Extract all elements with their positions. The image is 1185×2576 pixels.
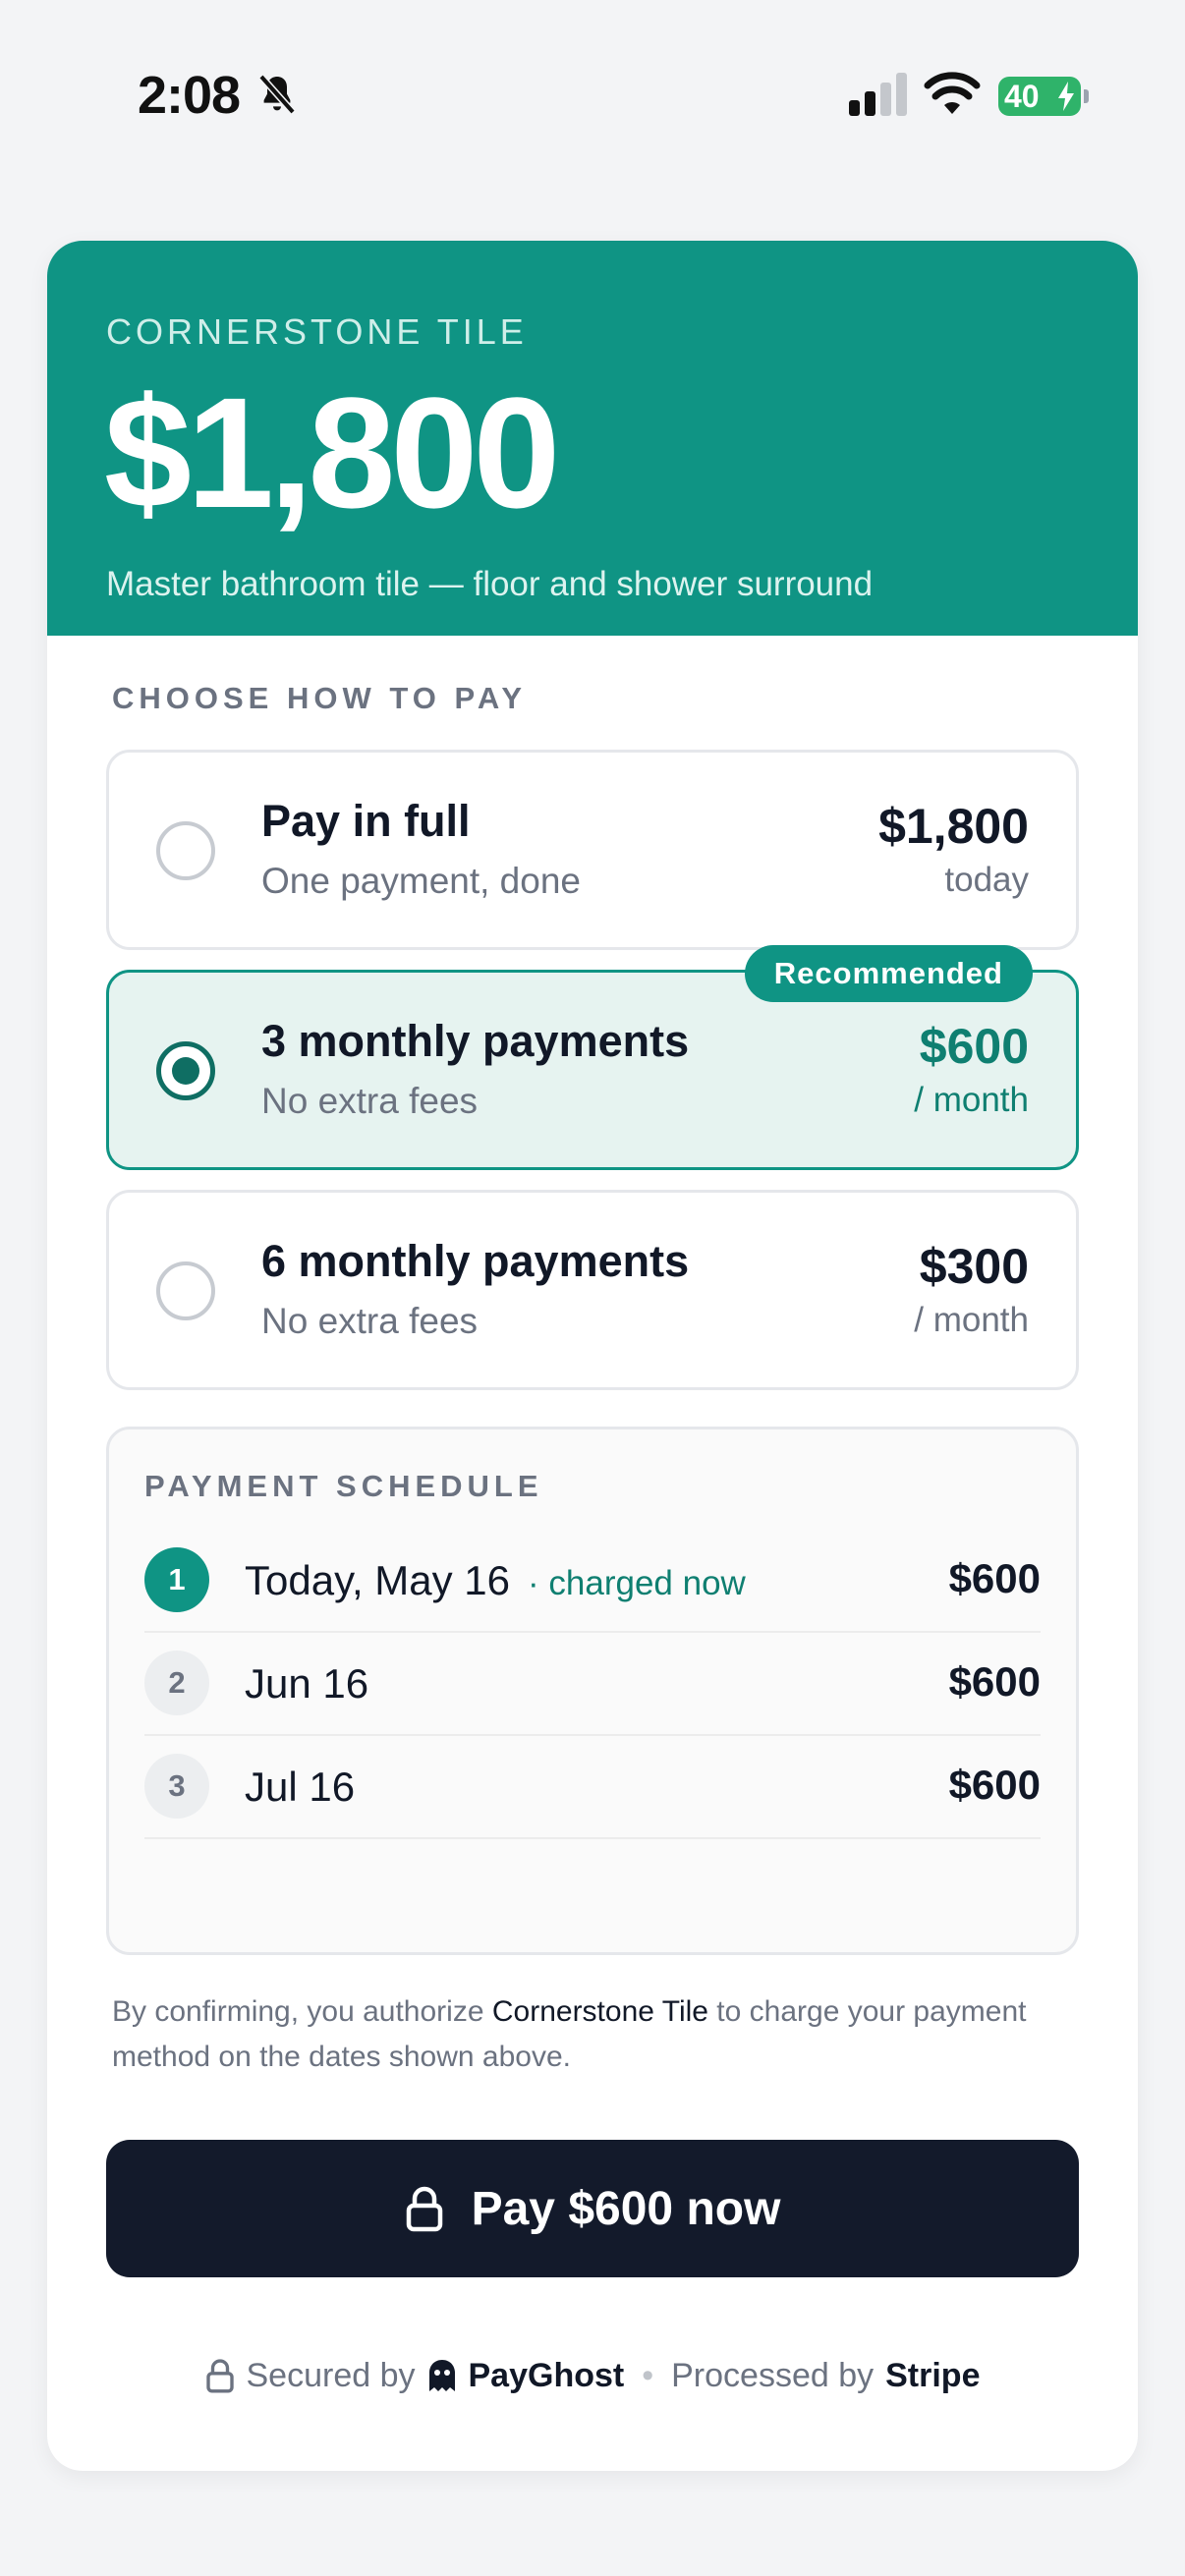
- option-price: $600: [919, 1019, 1029, 1074]
- checkout-card: CORNERSTONE TILE $1,800 Master bathroom …: [47, 241, 1138, 2471]
- payment-schedule: PAYMENT SCHEDULE 1 Today, May 16 · charge…: [106, 1427, 1079, 1955]
- option-subtitle: No extra fees: [261, 1301, 479, 1341]
- option-3-monthly[interactable]: Recommended 3 monthly payments No extra …: [106, 945, 1079, 1170]
- payment-schedule-label: PAYMENT SCHEDULE: [144, 1469, 543, 1503]
- bolt-icon: [1058, 82, 1074, 111]
- battery-level: 40: [1004, 78, 1040, 114]
- charged-now-note: · charged now: [528, 1564, 746, 1602]
- choose-how-to-pay-label: CHOOSE HOW TO PAY: [112, 681, 528, 715]
- invoice-description: Master bathroom tile — floor and shower …: [106, 565, 874, 603]
- wifi-icon: [924, 72, 981, 114]
- step-number: 1: [144, 1547, 209, 1612]
- schedule-row: 2 Jun 16 $600: [144, 1633, 1041, 1736]
- legal-prefix: By confirming, you authorize: [112, 1995, 492, 2028]
- status-time: 2:08: [138, 66, 241, 125]
- step-number: 2: [144, 1651, 209, 1715]
- ghost-icon: [428, 2360, 455, 2391]
- invoice-header: CORNERSTONE TILE $1,800 Master bathroom …: [47, 241, 1138, 636]
- signal-icon: [849, 73, 907, 116]
- payghost-brand: PayGhost: [468, 2356, 625, 2394]
- schedule-row: 3 Jul 16 $600: [144, 1736, 1041, 1839]
- option-title: 3 monthly payments: [261, 1016, 690, 1066]
- step-number: 3: [144, 1754, 209, 1819]
- option-unit: / month: [914, 1081, 1029, 1119]
- security-footer: Secured by PayGhost • Processed by Strip…: [47, 2351, 1138, 2400]
- schedule-date: Jul 16: [245, 1764, 356, 1810]
- schedule-amount: $600: [948, 1658, 1041, 1705]
- schedule-date: Today, May 16 · charged now: [245, 1557, 746, 1604]
- battery-tip: [1084, 89, 1089, 103]
- schedule-amount: $600: [948, 1762, 1041, 1808]
- radio-3-monthly[interactable]: [156, 1041, 215, 1100]
- option-6-monthly[interactable]: 6 monthly payments No extra fees $300 / …: [106, 1190, 1079, 1390]
- schedule-amount: $600: [948, 1555, 1041, 1601]
- bell-slash-icon: [258, 74, 296, 115]
- recommended-badge: Recommended: [744, 945, 1033, 1002]
- option-title: Pay in full: [261, 796, 471, 846]
- radio-pay-in-full[interactable]: [156, 821, 215, 880]
- radio-6-monthly[interactable]: [156, 1261, 215, 1320]
- lock-icon: [406, 2186, 442, 2232]
- processed-by-text: Processed by: [671, 2356, 875, 2394]
- authorization-text: By confirming, you authorize Cornerstone…: [112, 1989, 1055, 2080]
- option-unit: / month: [914, 1301, 1029, 1339]
- merchant-name: CORNERSTONE TILE: [106, 311, 528, 352]
- schedule-date: Jun 16: [245, 1660, 369, 1707]
- option-unit: today: [944, 861, 1029, 899]
- option-price: $1,800: [878, 799, 1029, 854]
- option-pay-in-full[interactable]: Pay in full One payment, done $1,800 tod…: [106, 750, 1079, 950]
- stripe-brand: Stripe: [885, 2356, 981, 2394]
- option-title: 6 monthly payments: [261, 1236, 690, 1286]
- invoice-amount: $1,800: [104, 364, 560, 540]
- option-subtitle: No extra fees: [261, 1081, 479, 1121]
- schedule-date-text: Today, May 16: [245, 1557, 511, 1603]
- legal-merchant: Cornerstone Tile: [491, 1995, 708, 2028]
- option-price: $300: [919, 1239, 1029, 1294]
- battery-icon: 40: [998, 77, 1089, 116]
- pay-button-label: Pay $600 now: [471, 2182, 781, 2235]
- option-subtitle: One payment, done: [261, 861, 581, 901]
- status-bar: 2:08 40: [0, 0, 1185, 182]
- pay-button[interactable]: Pay $600 now: [106, 2140, 1079, 2277]
- schedule-row: 1 Today, May 16 · charged now $600: [144, 1530, 1041, 1633]
- footer-separator: •: [642, 2356, 654, 2394]
- secured-by-text: Secured by: [246, 2356, 416, 2394]
- lock-icon: [205, 2359, 234, 2393]
